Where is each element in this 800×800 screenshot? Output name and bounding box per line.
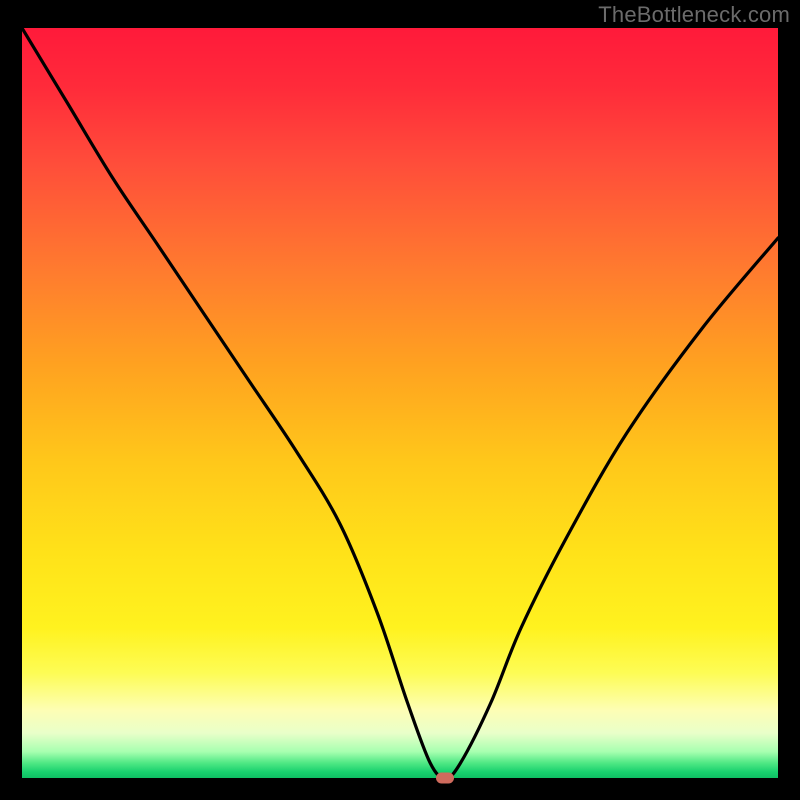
chart-frame: TheBottleneck.com — [0, 0, 800, 800]
bottleneck-curve — [22, 28, 778, 778]
watermark-text: TheBottleneck.com — [598, 2, 790, 28]
bottleneck-marker — [436, 773, 454, 784]
plot-area — [22, 28, 778, 778]
